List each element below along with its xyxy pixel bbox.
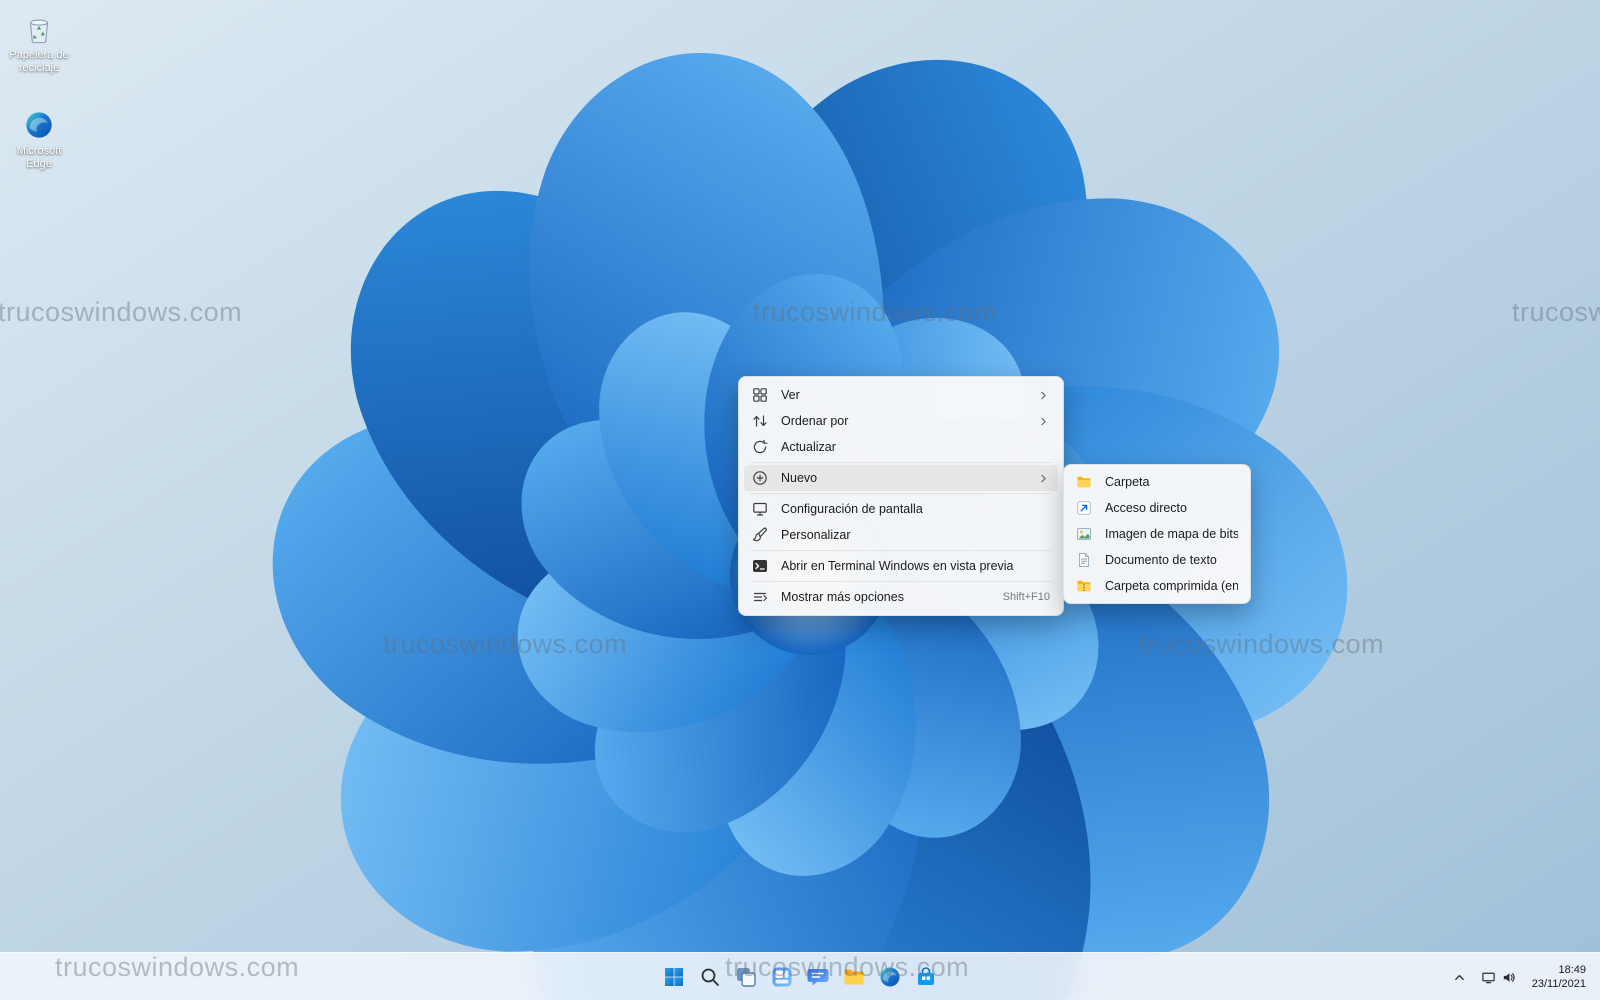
menu-item-personalizar[interactable]: Personalizar [744,522,1058,548]
submenu-item-label: Acceso directo [1105,501,1238,515]
menu-item-mostrar-mas-opciones[interactable]: Mostrar más opciones Shift+F10 [744,584,1058,610]
menu-separator [750,550,1052,551]
submenu-item-label: Imagen de mapa de bits [1105,527,1238,541]
menu-item-label: Configuración de pantalla [781,502,1036,516]
watermark: trucoswindows.com [725,952,969,983]
menu-item-shortcut: Shift+F10 [1003,591,1050,603]
menu-item-label: Ver [781,388,1036,402]
new-submenu: Carpeta Acceso directo Imagen de mapa de… [1063,464,1251,604]
folder-icon [1076,474,1092,490]
zip-folder-icon [1076,578,1092,594]
windows-logo-icon [662,965,686,989]
menu-item-label: Nuevo [781,471,1036,485]
tray-date: 23/11/2021 [1532,978,1586,991]
menu-item-nuevo[interactable]: Nuevo [744,465,1058,491]
desktop[interactable]: trucoswindows.com trucoswindows.com truc… [0,0,1600,1000]
menu-item-configuracion-de-pantalla[interactable]: Configuración de pantalla [744,496,1058,522]
submenu-item-carpeta-comprimida[interactable]: Carpeta comprimida (en zip) [1068,573,1246,599]
menu-item-label: Personalizar [781,528,1036,542]
submenu-item-acceso-directo[interactable]: Acceso directo [1068,495,1246,521]
chevron-right-icon [1036,389,1050,402]
shortcut-arrow-icon [1076,500,1092,516]
menu-item-label: Actualizar [781,440,1036,454]
watermark: trucoswindows.com [1512,297,1600,328]
new-icon [752,470,768,486]
recycle-bin-icon [22,12,56,46]
submenu-item-label: Documento de texto [1105,553,1238,567]
menu-item-abrir-en-terminal[interactable]: Abrir en Terminal Windows en vista previ… [744,553,1058,579]
edge-icon [22,108,56,142]
submenu-item-label: Carpeta [1105,475,1238,489]
menu-item-actualizar[interactable]: Actualizar [744,434,1058,460]
menu-item-ver[interactable]: Ver [744,382,1058,408]
menu-item-label: Mostrar más opciones [781,590,993,604]
taskbar-tray: 18:49 23/11/2021 [1446,953,1594,1000]
network-icon [1481,970,1496,985]
desktop-icon-label: Papelera de reciclaje [3,49,75,75]
submenu-item-label: Carpeta comprimida (en zip) [1105,579,1238,593]
watermark: trucoswindows.com [55,952,299,983]
submenu-item-imagen-de-mapa-de-bits[interactable]: Imagen de mapa de bits [1068,521,1246,547]
tray-clock[interactable]: 18:49 23/11/2021 [1524,960,1594,994]
start-button[interactable] [656,957,692,997]
menu-separator [750,493,1052,494]
desktop-icon-label: Microsoft Edge [3,145,75,171]
personalize-brush-icon [752,527,768,543]
search-icon [698,965,722,989]
watermark: trucoswindows.com [383,629,627,660]
watermark: trucoswindows.com [0,297,242,328]
submenu-item-documento-de-texto[interactable]: Documento de texto [1068,547,1246,573]
desktop-icon-recycle-bin[interactable]: Papelera de reciclaje [0,12,78,75]
terminal-icon [752,558,768,574]
tray-time: 18:49 [1558,964,1586,977]
chevron-up-icon [1452,970,1467,985]
refresh-icon [752,439,768,455]
tray-show-hidden-icons-button[interactable] [1446,966,1473,989]
tray-status-area[interactable] [1475,966,1522,989]
display-settings-icon [752,501,768,517]
watermark: trucoswindows.com [753,297,997,328]
menu-item-label: Ordenar por [781,414,1036,428]
sort-icon [752,413,768,429]
text-document-icon [1076,552,1092,568]
search-button[interactable] [692,957,728,997]
desktop-icon-microsoft-edge[interactable]: Microsoft Edge [0,108,78,171]
watermark: trucoswindows.com [1140,629,1384,660]
context-menu: Ver Ordenar por Actualizar [738,376,1064,616]
volume-icon [1501,970,1516,985]
menu-separator [750,462,1052,463]
submenu-item-carpeta[interactable]: Carpeta [1068,469,1246,495]
menu-item-label: Abrir en Terminal Windows en vista previ… [781,559,1036,573]
view-icon [752,387,768,403]
more-options-icon [752,589,768,605]
chevron-right-icon [1036,415,1050,428]
chevron-right-icon [1036,472,1050,485]
menu-item-ordenar-por[interactable]: Ordenar por [744,408,1058,434]
menu-separator [750,581,1052,582]
bitmap-image-icon [1076,526,1092,542]
